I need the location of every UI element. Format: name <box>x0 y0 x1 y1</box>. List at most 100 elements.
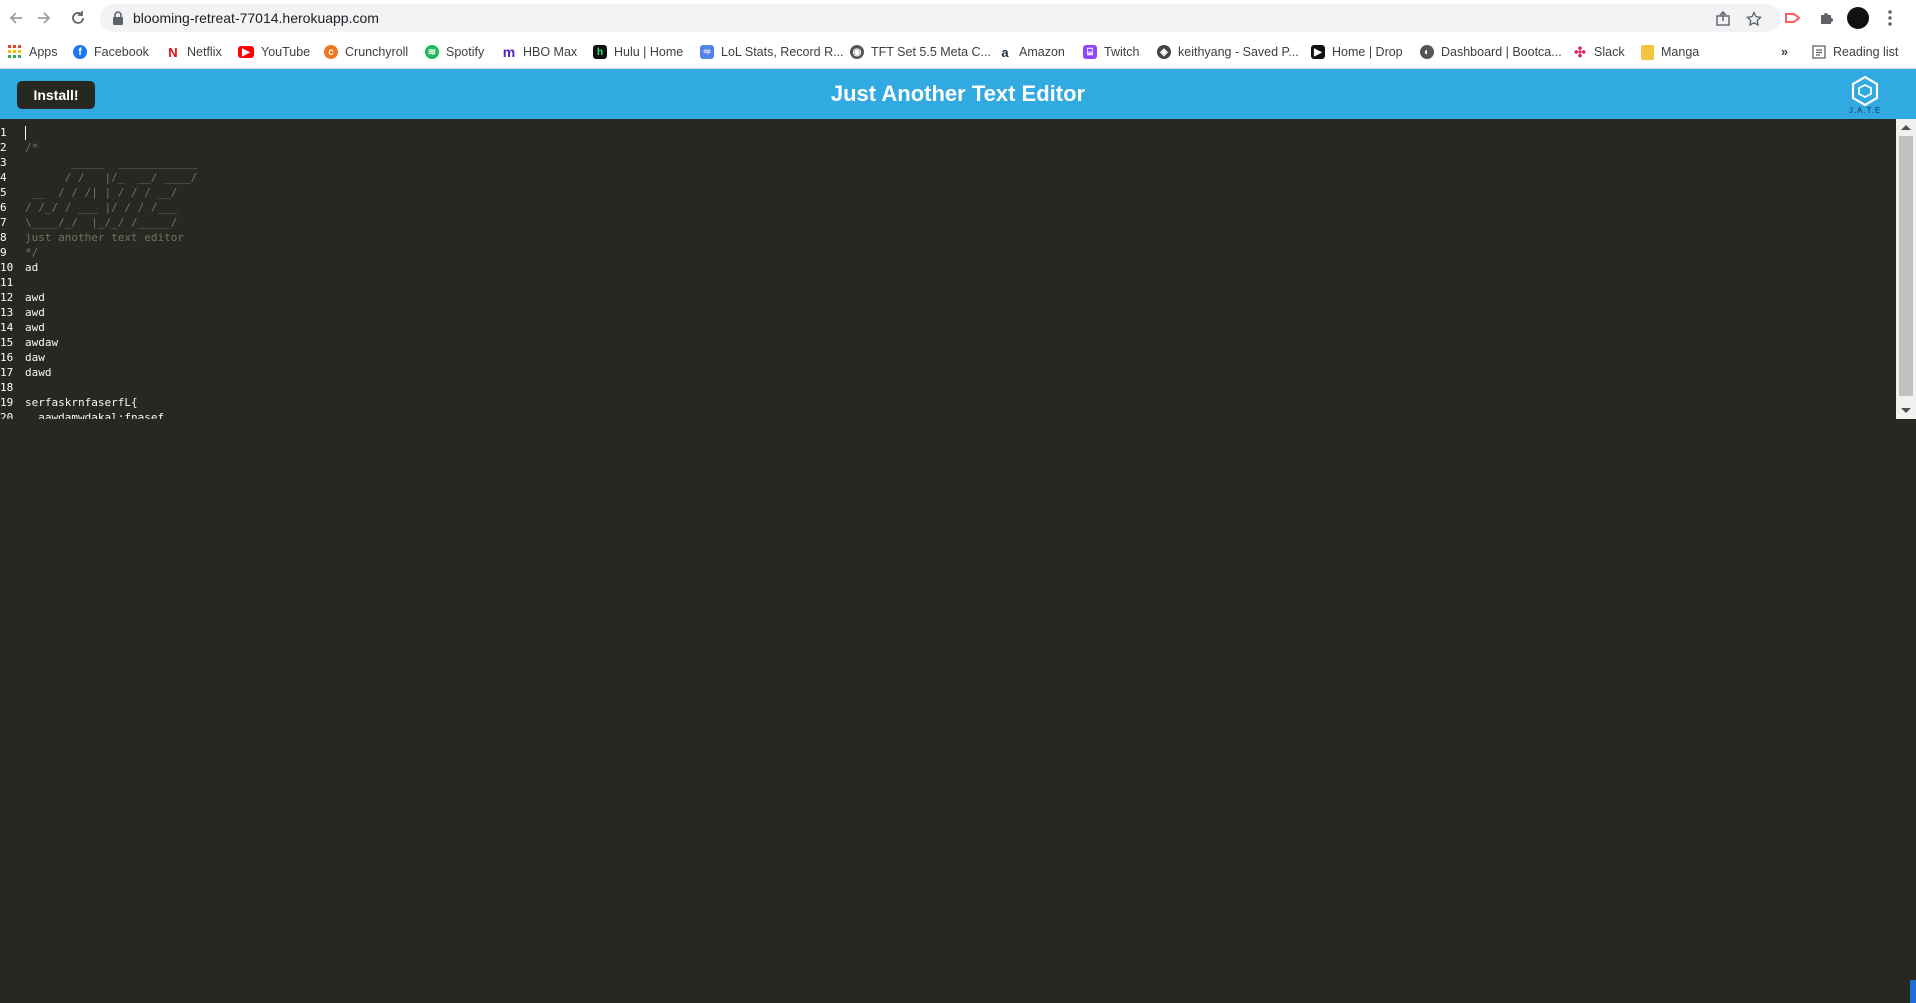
scroll-up-arrow-icon[interactable] <box>1901 125 1911 130</box>
lock-icon <box>113 11 123 25</box>
reload-icon <box>72 11 84 24</box>
bookmark-label: Spotify <box>446 45 485 59</box>
bookmark-manga[interactable]: Manga <box>1641 43 1699 61</box>
facebook-icon: f <box>73 45 87 59</box>
spotify-icon: ≋ <box>425 45 439 59</box>
bookmarks-overflow-button[interactable]: » <box>1781 43 1788 61</box>
reading-list-button[interactable]: Reading list <box>1812 43 1898 61</box>
bookmark-label: Manga <box>1661 45 1700 59</box>
line-number: 12 <box>0 291 14 304</box>
line-number: 10 <box>0 261 14 274</box>
line-text: daw <box>25 351 45 364</box>
line-number: 16 <box>0 351 14 364</box>
line-number: 20 <box>0 411 14 419</box>
url-text: blooming-retreat-77014.herokuapp.com <box>133 10 379 26</box>
back-button[interactable] <box>4 6 28 30</box>
bookmark-twitch[interactable]: ⌸ Twitch <box>1083 43 1139 61</box>
line-number: 5 <box>0 186 7 199</box>
bookmark-amazon[interactable]: a Amazon <box>998 43 1064 61</box>
bookmark-dashboard[interactable]: ◐ Dashboard | Bootca... <box>1420 43 1562 61</box>
kebab-menu-icon[interactable] <box>1880 8 1900 28</box>
bookmark-tft[interactable]: ◉ TFT Set 5.5 Meta C... <box>850 43 991 61</box>
line-text: / / |/_ __/ ____/ <box>25 171 198 184</box>
install-button[interactable]: Install! <box>17 81 95 109</box>
reload-button[interactable] <box>66 6 90 30</box>
line-text: __ / / /| | / / / __/ <box>25 186 178 199</box>
opgg-icon: op <box>700 45 714 59</box>
line-text: dawd <box>25 366 52 379</box>
netflix-icon: N <box>168 44 178 60</box>
bookmark-label: YouTube <box>261 45 311 59</box>
twitch-icon: ⌸ <box>1083 45 1097 59</box>
profile-avatar[interactable] <box>1847 7 1869 29</box>
line-number: 2 <box>0 141 7 154</box>
logo-text: J.A.T.E <box>1848 106 1882 115</box>
hulu-icon: h <box>593 45 607 59</box>
tft-icon: ◉ <box>850 45 864 59</box>
bookmark-slack[interactable]: ✣ Slack <box>1573 43 1625 61</box>
bookmark-youtube[interactable]: ▶ YouTube <box>238 43 310 61</box>
slack-icon: ✣ <box>1574 43 1586 60</box>
line-text: /* <box>25 141 39 154</box>
line-number: 7 <box>0 216 7 229</box>
bookmark-apps[interactable]: Apps <box>8 43 58 61</box>
reading-list-label: Reading list <box>1833 45 1899 59</box>
line-number: 3 <box>0 156 7 169</box>
crunchyroll-icon: c <box>324 45 338 59</box>
line-number: 8 <box>0 231 7 244</box>
bookmark-keithyang[interactable]: ◈ keithyang - Saved P... <box>1157 43 1299 61</box>
line-number: 11 <box>0 276 14 289</box>
scroll-down-arrow-icon[interactable] <box>1901 408 1911 413</box>
star-icon[interactable] <box>1745 10 1763 28</box>
bookmark-label: keithyang - Saved P... <box>1178 45 1299 59</box>
line-text: ad <box>25 261 39 274</box>
line-text: awd <box>25 306 45 319</box>
browser-toolbar: blooming-retreat-77014.herokuapp.com <box>0 0 1916 36</box>
bookmark-label: Slack <box>1594 45 1625 59</box>
bookmark-hulu[interactable]: h Hulu | Home <box>593 43 683 61</box>
line-text: awd <box>25 321 45 334</box>
line-text: awd <box>25 291 45 304</box>
drop-icon: ▶ <box>1311 45 1325 59</box>
arrow-left-icon <box>9 12 22 24</box>
bookmark-label: Dashboard | Bootca... <box>1441 45 1562 59</box>
line-number: 6 <box>0 201 7 214</box>
page-scrollbar-edge <box>1910 980 1916 1003</box>
code-editor[interactable]: 1 2/* 3 _____ ____________ 4 / / |/_ __/ __… <box>0 119 1896 419</box>
bookmark-label: Hulu | Home <box>614 45 684 59</box>
bookmark-netflix[interactable]: N Netflix <box>166 43 221 61</box>
editor-vertical-scrollbar[interactable] <box>1896 119 1916 419</box>
reading-list-icon <box>1812 45 1826 59</box>
folder-icon <box>1641 44 1654 60</box>
youtube-icon: ▶ <box>238 46 254 58</box>
bookmark-lol-stats[interactable]: op LoL Stats, Record R... <box>700 43 844 61</box>
line-text: awdaw <box>25 336 59 349</box>
address-bar[interactable]: blooming-retreat-77014.herokuapp.com <box>100 4 1780 32</box>
line-number: 9 <box>0 246 7 259</box>
bookmark-label: Apps <box>29 45 58 59</box>
bookmark-drop[interactable]: ▶ Home | Drop <box>1311 43 1403 61</box>
bookmark-hbo-max[interactable]: m HBO Max <box>502 43 577 61</box>
line-number: 13 <box>0 306 14 319</box>
share-icon[interactable] <box>1714 10 1732 28</box>
text-cursor <box>25 126 26 140</box>
bookmark-spotify[interactable]: ≋ Spotify <box>425 43 484 61</box>
bootcamp-icon: ◐ <box>1420 45 1434 59</box>
line-number: 4 <box>0 171 7 184</box>
scrollbar-thumb[interactable] <box>1899 136 1913 396</box>
forward-button[interactable] <box>32 6 56 30</box>
github-icon: ◈ <box>1157 45 1171 59</box>
bookmark-facebook[interactable]: f Facebook <box>73 43 149 61</box>
bookmark-label: Facebook <box>94 45 149 59</box>
bookmark-label: LoL Stats, Record R... <box>721 45 844 59</box>
puzzle-icon[interactable] <box>1816 8 1836 28</box>
arrow-right-icon <box>38 12 51 24</box>
bookmarks-bar: Apps f Facebook N Netflix ▶ YouTube c Cr… <box>0 36 1916 69</box>
line-text: */ <box>25 246 39 259</box>
bookmark-crunchyroll[interactable]: c Crunchyroll <box>324 43 408 61</box>
line-text: / /_/ / ___ |/ / / /___ <box>25 201 178 214</box>
line-number: 15 <box>0 336 14 349</box>
line-text: aawdamwdakal:fnasef <box>25 411 165 419</box>
extension-red-icon[interactable] <box>1783 8 1803 28</box>
line-number: 19 <box>0 396 14 409</box>
